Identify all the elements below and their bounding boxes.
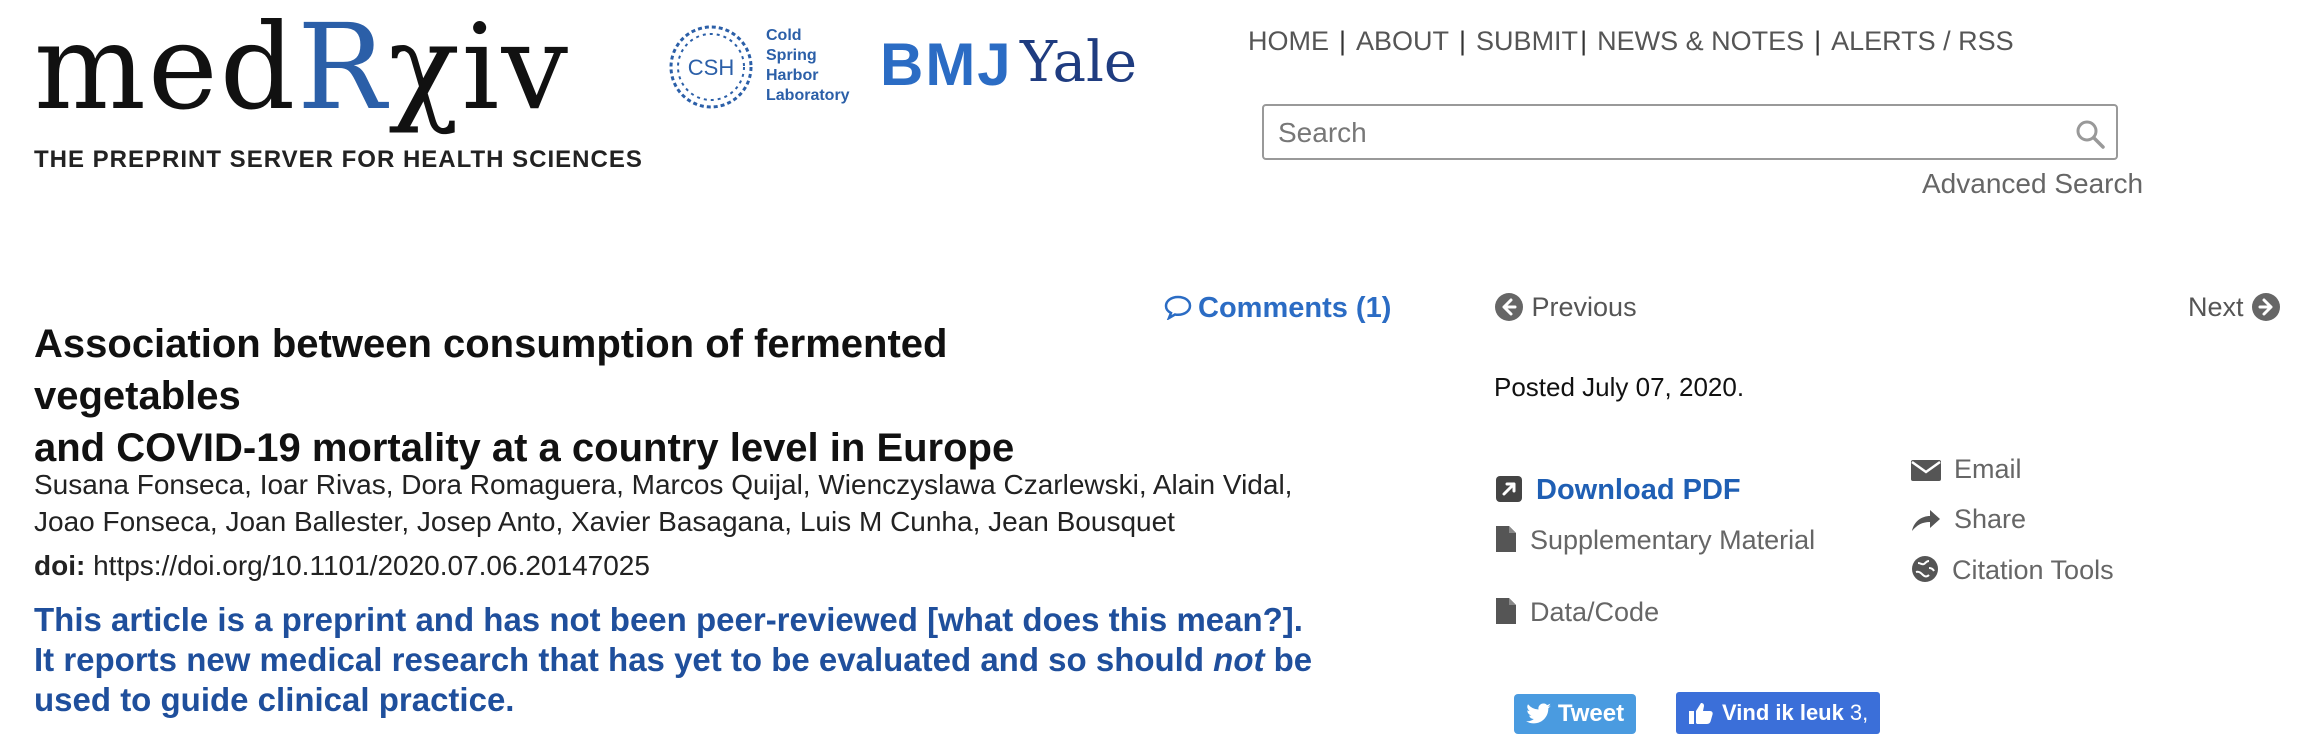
- doi-link[interactable]: https://doi.org/10.1101/2020.07.06.20147…: [93, 550, 650, 581]
- comments-link[interactable]: Comments (1): [1164, 292, 1391, 325]
- nav-separator: |: [1339, 26, 1347, 56]
- next-link[interactable]: Next: [2188, 292, 2281, 323]
- arrow-left-circle-icon: [1495, 293, 1523, 321]
- comment-bubble-icon: [1164, 295, 1192, 321]
- nav-news-notes[interactable]: NEWS & NOTES: [1597, 26, 1804, 56]
- facebook-like-button[interactable]: Vind ik leuk 3,: [1676, 692, 1880, 734]
- search-icon[interactable]: [2074, 118, 2106, 150]
- comments-label: Comments (1): [1198, 292, 1392, 324]
- posted-date: Posted July 07, 2020.: [1494, 372, 1745, 402]
- share-arrow-icon: [1912, 510, 1940, 531]
- search-input[interactable]: [1276, 112, 2060, 154]
- twitter-bird-icon: [1525, 703, 1551, 724]
- medrxiv-logo[interactable]: medRχiv THE PREPRINT SERVER FOR HEALTH S…: [34, 8, 643, 174]
- arrow-right-circle-icon: [2252, 293, 2281, 321]
- csh-initials: CSH: [688, 55, 734, 80]
- bmj-logo[interactable]: BMJ: [880, 30, 1013, 99]
- doi-label: doi:: [34, 550, 86, 581]
- globe-icon: [1912, 556, 1938, 582]
- csh-logo-icon[interactable]: CSH: [664, 20, 758, 114]
- yale-logo[interactable]: Yale: [1020, 30, 1137, 95]
- nav-separator: |: [1580, 26, 1588, 56]
- logo-tagline: THE PREPRINT SERVER FOR HEALTH SCIENCES: [34, 146, 643, 173]
- download-pdf-link[interactable]: Download PDF: [1494, 474, 1741, 507]
- nav-separator: |: [1459, 26, 1467, 56]
- file-icon: [1496, 598, 1516, 624]
- tweet-button[interactable]: Tweet: [1514, 694, 1636, 734]
- csh-name[interactable]: Cold Spring Harbor Laboratory: [766, 26, 850, 106]
- thumbs-up-icon: [1689, 703, 1713, 724]
- email-link[interactable]: Email: [1910, 454, 2022, 485]
- top-navigation: HOME | ABOUT | SUBMIT| NEWS & NOTES | ALERTS / …: [1248, 26, 2014, 57]
- author-list: Susana Fonseca, Ioar Rivas, Dora Romague…: [34, 469, 1293, 537]
- supplementary-material-link[interactable]: Supplementary Material: [1494, 524, 1815, 556]
- preprint-notice: This article is a preprint and has not b…: [34, 601, 1313, 718]
- logo-wordmark: medRχiv: [34, 0, 571, 136]
- share-link[interactable]: Share: [1910, 504, 2026, 535]
- advanced-search-link[interactable]: Advanced Search: [1922, 168, 2143, 200]
- file-icon: [1496, 526, 1516, 552]
- nav-home[interactable]: HOME: [1248, 26, 1329, 56]
- external-link-icon: [1496, 476, 1522, 502]
- nav-about[interactable]: ABOUT: [1356, 26, 1449, 56]
- search-box: [1262, 104, 2118, 160]
- nav-submit[interactable]: SUBMIT: [1476, 26, 1578, 56]
- data-code-link[interactable]: Data/Code: [1494, 596, 1659, 628]
- article-title: Association between consumption of ferme…: [34, 322, 1015, 470]
- previous-link[interactable]: Previous: [1494, 292, 1637, 323]
- envelope-icon: [1911, 460, 1941, 481]
- citation-tools-link[interactable]: Citation Tools: [1910, 554, 2114, 586]
- doi: doi: https://doi.org/10.1101/2020.07.06.…: [34, 550, 650, 582]
- nav-alerts-rss[interactable]: ALERTS / RSS: [1831, 26, 2014, 56]
- nav-separator: |: [1814, 26, 1822, 56]
